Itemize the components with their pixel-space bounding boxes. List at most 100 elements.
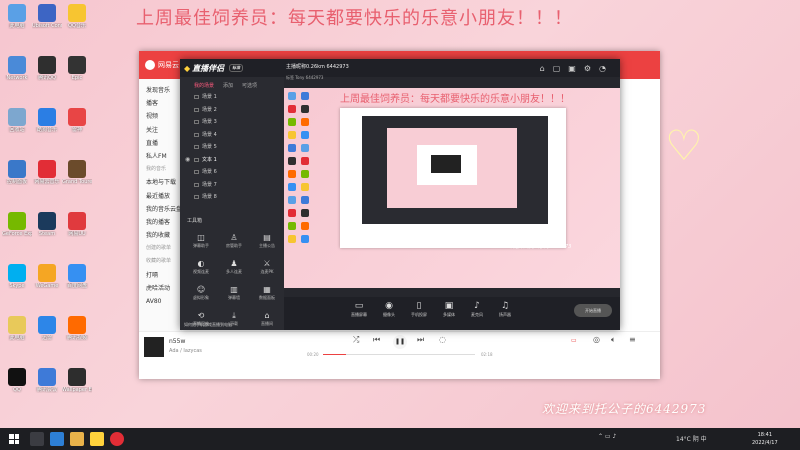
tool-button[interactable]: ⌂ 直播间 bbox=[250, 310, 284, 334]
visibility-eye-icon[interactable]: ◉ bbox=[185, 154, 190, 166]
live-control-button[interactable]: ▭ 直播屏幕 bbox=[344, 300, 374, 318]
track-title[interactable]: n55w bbox=[169, 338, 185, 345]
desktop-icon[interactable]: QQ bbox=[2, 366, 32, 406]
scene-item[interactable]: 场景 1 bbox=[180, 91, 284, 104]
scene-label: 场景 8 bbox=[202, 194, 217, 200]
pause-button[interactable]: ❚❚ bbox=[393, 335, 407, 349]
sidebar-item[interactable]: AV80 bbox=[139, 295, 182, 308]
taskbar-clock[interactable]: 18:41 2022/4/17 bbox=[752, 431, 778, 447]
sidebar-item[interactable]: 我的播客 bbox=[139, 216, 182, 229]
playlist-icon[interactable]: ≡ bbox=[629, 335, 636, 344]
desktop-icon[interactable]: Network bbox=[2, 54, 32, 94]
scene-item[interactable]: 场景 3 bbox=[180, 116, 284, 129]
desktop-icon[interactable]: 腾讯QQ bbox=[32, 54, 62, 94]
sidebar-item[interactable]: 关注 bbox=[139, 124, 182, 137]
progress-bar[interactable] bbox=[323, 354, 475, 355]
desktop-icon[interactable]: 此电脑 bbox=[2, 2, 32, 42]
netease-music-taskbar-icon[interactable] bbox=[110, 432, 124, 446]
sidebar-item[interactable]: 虎哈活动 bbox=[139, 282, 182, 295]
weather-widget[interactable]: 14°C 阴 中 bbox=[676, 434, 707, 443]
scene-tab[interactable]: 我的场景 bbox=[194, 82, 214, 91]
desktop-icon[interactable]: 网易UU bbox=[62, 210, 92, 250]
live-control-button[interactable]: ♫ 扬声器 bbox=[490, 300, 520, 318]
scene-item[interactable]: 场景 6 bbox=[180, 166, 284, 179]
start-live-button[interactable]: 开始直播 bbox=[574, 304, 612, 317]
desktop-icon[interactable]: 雷神 bbox=[62, 106, 92, 146]
live-control-button[interactable]: ▯ 手机投屏 bbox=[404, 300, 434, 318]
sidebar-item[interactable]: 视频 bbox=[139, 110, 182, 123]
system-tray-icons[interactable]: ⌃ ▭ ♪ bbox=[598, 433, 616, 440]
tool-button[interactable]: ◐ 视频连麦 bbox=[184, 258, 218, 282]
next-track-icon[interactable]: ⏭ bbox=[417, 335, 424, 345]
tool-button[interactable]: ◫ 弹幕助手 bbox=[184, 232, 218, 256]
desktop-icon[interactable]: Wallpaper Engine bbox=[62, 366, 92, 406]
shuffle-icon[interactable]: ⤮ bbox=[353, 335, 359, 345]
stream-preview[interactable]: 上周最佳饲养员：每天都要快乐的乐意小朋友！！！ 欢迎来到托公子的6442973 bbox=[284, 88, 620, 288]
sidebar-item[interactable]: 打嗝 bbox=[139, 269, 182, 282]
window-action-icons[interactable]: ⌂▢▣⚙◔ bbox=[540, 64, 614, 73]
desktop-icon[interactable]: Skype bbox=[2, 262, 32, 302]
desktop-icon[interactable]: QQ音乐 bbox=[62, 2, 92, 42]
desktop-icon[interactable]: 网易云音乐 bbox=[32, 158, 62, 198]
desktop-icon[interactable]: Epic bbox=[62, 54, 92, 94]
tool-button[interactable]: ☺ 虚拟形象 bbox=[184, 284, 218, 308]
desktop-icon[interactable]: Ubisoft Connect bbox=[32, 2, 62, 42]
sidebar-item[interactable]: 播客 bbox=[139, 97, 182, 110]
scene-item[interactable]: 场景 7 bbox=[180, 179, 284, 192]
tool-button[interactable]: ▥ 弹幕墙 bbox=[217, 284, 251, 308]
nested-preview bbox=[387, 128, 517, 208]
desktop-app-icon bbox=[38, 368, 56, 386]
desktop-icon[interactable]: 百度网盘 bbox=[62, 262, 92, 302]
live-companion-taskbar-icon[interactable] bbox=[90, 432, 104, 446]
sound-effect-icon[interactable]: ◎ bbox=[593, 335, 600, 344]
previous-track-icon[interactable]: ⏮ bbox=[373, 335, 380, 345]
scene-item[interactable]: ◉ 文本 1 bbox=[180, 154, 284, 167]
scene-item[interactable]: 场景 4 bbox=[180, 129, 284, 142]
scene-item[interactable]: 场景 8 bbox=[180, 191, 284, 204]
desktop-icon[interactable]: 腾讯会议 bbox=[32, 366, 62, 406]
track-artist[interactable]: Ada / lazycas bbox=[169, 348, 202, 354]
source-type-icon bbox=[194, 170, 199, 174]
sidebar-item[interactable]: 我的音乐云盘 bbox=[139, 203, 182, 216]
version-badge[interactable]: 标准 bbox=[229, 64, 244, 72]
tool-button[interactable]: ⚔ 连麦PK bbox=[250, 258, 284, 282]
sidebar-item[interactable]: 最近播放 bbox=[139, 190, 182, 203]
desktop-icon[interactable]: 迅雷 bbox=[32, 314, 62, 354]
tool-button[interactable]: ♙ 房管助手 bbox=[217, 232, 251, 256]
live-control-button[interactable]: ▣ 多媒体 bbox=[434, 300, 464, 318]
scene-tab[interactable]: 可选项 bbox=[242, 82, 257, 91]
sidebar-item[interactable]: 发现音乐 bbox=[139, 84, 182, 97]
desktop-icon[interactable]: 回收站 bbox=[2, 106, 32, 146]
quality-badge-icon[interactable]: ▭ bbox=[571, 337, 577, 344]
desktop-icon[interactable]: 控制面板 bbox=[2, 158, 32, 198]
desktop-icon[interactable]: WeGame bbox=[32, 262, 62, 302]
desktop-icon[interactable]: 酷狗音乐 bbox=[32, 106, 62, 146]
scene-item[interactable]: 场景 5 bbox=[180, 141, 284, 154]
desktop-icon[interactable]: GeForce Experience bbox=[2, 210, 32, 250]
sidebar-item[interactable]: 我的收藏 bbox=[139, 229, 182, 242]
scene-item[interactable]: 场景 2 bbox=[180, 104, 284, 117]
lyrics-icon[interactable]: ◌ bbox=[439, 335, 446, 344]
mobile-stream-hint[interactable]: 如何把手机游戏直播到电脑？ bbox=[184, 322, 236, 328]
sidebar-item[interactable]: 本地与下载 bbox=[139, 176, 182, 189]
edge-browser-icon[interactable] bbox=[50, 432, 64, 446]
search-icon[interactable] bbox=[30, 432, 44, 446]
volume-icon[interactable]: 🔈︎ bbox=[611, 335, 616, 345]
tool-button[interactable]: ▦ 数据面板 bbox=[250, 284, 284, 308]
live-control-button[interactable]: ◉ 摄像头 bbox=[374, 300, 404, 318]
tool-button[interactable]: ♟ 多人连麦 bbox=[217, 258, 251, 282]
live-control-button[interactable]: ♪ 麦克风 bbox=[462, 300, 492, 318]
desktop-icon[interactable]: 此电脑 bbox=[2, 314, 32, 354]
desktop-icon[interactable]: Steam bbox=[32, 210, 62, 250]
scene-tab[interactable]: 添加 bbox=[223, 82, 233, 91]
desktop-icon-label: 腾讯QQ bbox=[38, 75, 56, 81]
desktop-icon[interactable]: 腾讯视频 bbox=[62, 314, 92, 354]
sidebar-item[interactable]: 直播 bbox=[139, 137, 182, 150]
file-explorer-icon[interactable] bbox=[70, 432, 84, 446]
desktop-app-icon bbox=[8, 264, 26, 282]
windows-start-icon[interactable] bbox=[9, 434, 19, 444]
album-cover[interactable] bbox=[144, 337, 164, 357]
tool-button[interactable]: ▤ 主播公告 bbox=[250, 232, 284, 256]
sidebar-item[interactable]: 私人FM bbox=[139, 150, 182, 163]
desktop-icon[interactable]: Grand Tourer bbox=[62, 158, 92, 198]
